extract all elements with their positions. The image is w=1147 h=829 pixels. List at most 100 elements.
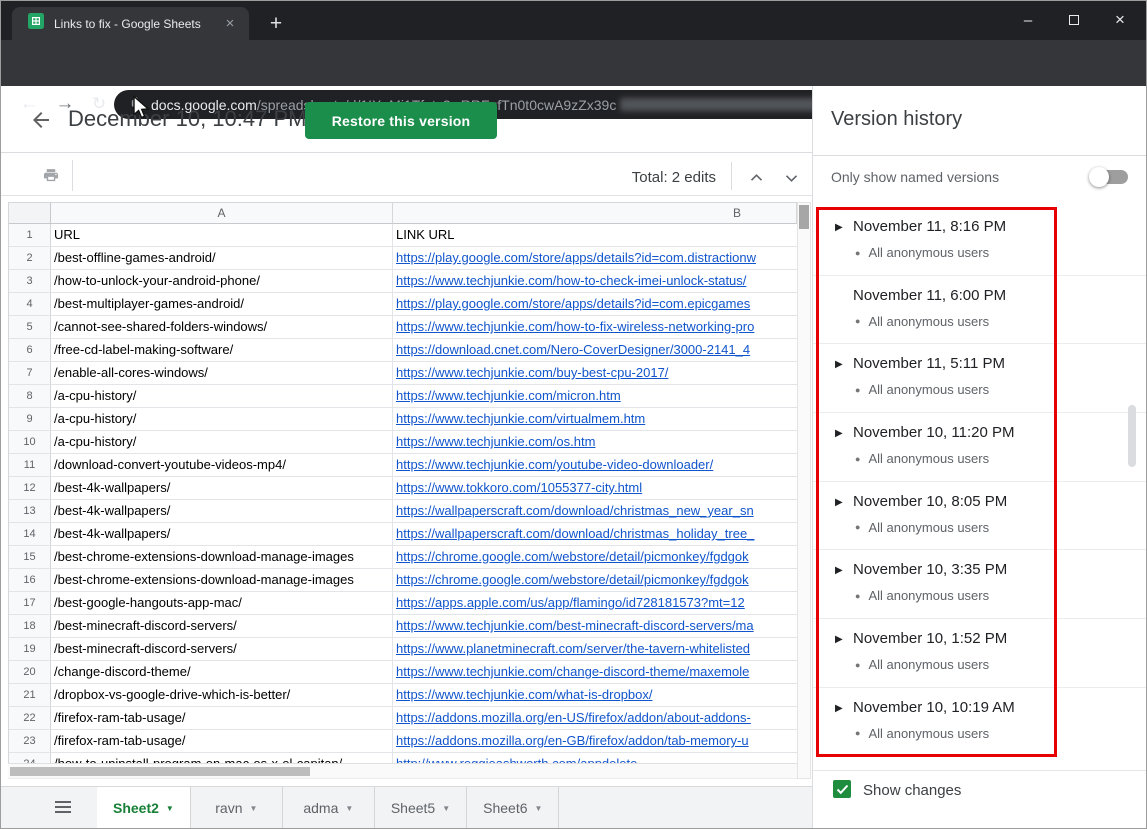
link-url-cell[interactable]: https://apps.apple.com/us/app/flamingo/i… [393,592,797,615]
url-cell[interactable]: /best-google-hangouts-app-mac/ [51,592,393,615]
row-number-cell[interactable]: 17 [9,592,51,615]
expand-arrow-icon[interactable]: ▶ [835,222,843,233]
row-number-cell[interactable]: 19 [9,638,51,661]
row-number-cell[interactable]: 21 [9,684,51,707]
link-url-cell[interactable]: https://www.techjunkie.com/what-is-dropb… [393,684,797,707]
link-url-cell[interactable]: https://play.google.com/store/apps/detai… [393,293,797,316]
sheet-tab[interactable]: adma ▼ [283,787,375,829]
row-number-cell[interactable]: 5 [9,316,51,339]
panel-scrollbar-thumb[interactable] [1128,405,1136,467]
url-cell[interactable]: /dropbox-vs-google-drive-which-is-better… [51,684,393,707]
link-url-cell[interactable]: https://addons.mozilla.org/en-GB/firefox… [393,730,797,753]
link-url-cell[interactable]: https://www.techjunkie.com/best-minecraf… [393,615,797,638]
url-cell[interactable]: /best-4k-wallpapers/ [51,500,393,523]
row-number-cell[interactable]: 16 [9,569,51,592]
horizontal-scrollbar-thumb[interactable] [10,767,310,776]
print-icon[interactable] [42,167,60,189]
row-number-cell[interactable]: 22 [9,707,51,730]
row-number-cell[interactable]: 13 [9,500,51,523]
sheet-vertical-scrollbar[interactable] [797,202,811,779]
url-cell[interactable]: /cannot-see-shared-folders-windows/ [51,316,393,339]
back-arrow-button[interactable] [26,105,56,135]
url-cell[interactable]: /best-offline-games-android/ [51,247,393,270]
expand-arrow-icon[interactable]: ▶ [835,428,843,439]
all-sheets-menu-icon[interactable] [55,799,81,819]
url-cell[interactable]: /best-minecraft-discord-servers/ [51,615,393,638]
expand-arrow-icon[interactable]: ▶ [835,703,843,714]
version-list-item[interactable]: ▶ November 10, 10:19 AM ●All anonymous u… [813,688,1147,757]
column-header-b[interactable]: B [393,203,797,224]
row-number-cell[interactable]: 12 [9,477,51,500]
link-url-cell[interactable]: https://www.techjunkie.com/how-to-fix-wi… [393,316,797,339]
version-list-item[interactable]: ▶ November 10, 8:05 PM ●All anonymous us… [813,482,1147,551]
link-url-cell[interactable]: https://www.techjunkie.com/micron.htm [393,385,797,408]
url-cell[interactable]: /best-chrome-extensions-download-manage-… [51,569,393,592]
show-changes-checkbox[interactable] [833,780,851,798]
version-list-item[interactable]: ▶ November 11, 5:11 PM ●All anonymous us… [813,344,1147,413]
url-cell[interactable]: /firefox-ram-tab-usage/ [51,730,393,753]
window-close-button[interactable]: × [1097,0,1143,40]
version-list-item[interactable]: ▶ November 10, 1:52 PM ●All anonymous us… [813,619,1147,688]
link-url-cell[interactable]: https://www.tokkoro.com/1055377-city.htm… [393,477,797,500]
row-number-cell[interactable]: 9 [9,408,51,431]
sheet-horizontal-scrollbar[interactable] [8,763,797,779]
window-minimize-button[interactable]: – [1005,0,1051,40]
row-number-cell[interactable]: 11 [9,454,51,477]
link-url-cell[interactable]: https://www.techjunkie.com/change-discor… [393,661,797,684]
next-edit-chevron-down-icon[interactable] [779,170,803,186]
url-cell[interactable]: /free-cd-label-making-software/ [51,339,393,362]
link-url-cell[interactable]: https://www.techjunkie.com/youtube-video… [393,454,797,477]
url-cell[interactable]: /how-to-unlock-your-android-phone/ [51,270,393,293]
url-cell[interactable]: /a-cpu-history/ [51,408,393,431]
row-number-cell[interactable]: 15 [9,546,51,569]
row-number-cell[interactable]: 3 [9,270,51,293]
new-tab-button[interactable]: + [262,10,290,38]
row-number-cell[interactable]: 14 [9,523,51,546]
link-url-cell[interactable]: https://wallpaperscraft.com/download/chr… [393,500,797,523]
select-all-corner-cell[interactable] [9,203,51,224]
row-number-cell[interactable]: 1 [9,224,51,247]
link-url-cell[interactable]: https://www.techjunkie.com/virtualmem.ht… [393,408,797,431]
row-number-cell[interactable]: 6 [9,339,51,362]
url-cell[interactable]: URL [51,224,393,247]
row-number-cell[interactable]: 2 [9,247,51,270]
column-header-a[interactable]: A [51,203,393,224]
url-cell[interactable]: /a-cpu-history/ [51,385,393,408]
expand-arrow-icon[interactable]: ▶ [835,565,843,576]
url-cell[interactable]: /enable-all-cores-windows/ [51,362,393,385]
url-cell[interactable]: /best-minecraft-discord-servers/ [51,638,393,661]
row-number-cell[interactable]: 4 [9,293,51,316]
sheet-tab[interactable]: Sheet2 ▼ [97,787,191,829]
link-url-cell[interactable]: https://www.techjunkie.com/buy-best-cpu-… [393,362,797,385]
browser-tab[interactable]: Links to fix - Google Sheets × [12,7,249,40]
window-maximize-button[interactable] [1051,0,1097,40]
link-url-cell[interactable]: https://chrome.google.com/webstore/detai… [393,569,797,592]
url-cell[interactable]: /change-discord-theme/ [51,661,393,684]
row-number-cell[interactable]: 23 [9,730,51,753]
row-number-cell[interactable]: 10 [9,431,51,454]
version-list-item[interactable]: ▶ November 11, 6:00 PM ●All anonymous us… [813,276,1147,345]
named-versions-toggle[interactable] [1092,170,1128,184]
version-list-item[interactable]: ▶ November 10, 3:35 PM ●All anonymous us… [813,550,1147,619]
link-url-cell[interactable]: https://play.google.com/store/apps/detai… [393,247,797,270]
expand-arrow-icon[interactable]: ▶ [835,497,843,508]
row-number-cell[interactable]: 8 [9,385,51,408]
row-number-cell[interactable]: 20 [9,661,51,684]
version-list-item[interactable]: ▶ November 11, 8:16 PM ●All anonymous us… [813,207,1147,276]
row-number-cell[interactable]: 7 [9,362,51,385]
url-cell[interactable]: /best-4k-wallpapers/ [51,477,393,500]
url-cell[interactable]: /best-4k-wallpapers/ [51,523,393,546]
url-cell[interactable]: /firefox-ram-tab-usage/ [51,707,393,730]
version-list-item[interactable]: ▶ November 10, 11:20 PM ●All anonymous u… [813,413,1147,482]
link-url-cell[interactable]: https://chrome.google.com/webstore/detai… [393,546,797,569]
link-url-cell[interactable]: https://www.planetminecraft.com/server/t… [393,638,797,661]
link-url-cell[interactable]: https://www.techjunkie.com/os.htm [393,431,797,454]
expand-arrow-icon[interactable]: ▶ [835,359,843,370]
sheet-tab[interactable]: Sheet5 ▼ [375,787,467,829]
link-url-cell[interactable]: https://www.techjunkie.com/how-to-check-… [393,270,797,293]
sheet-tab[interactable]: ravn ▼ [191,787,283,829]
url-cell[interactable]: /best-multiplayer-games-android/ [51,293,393,316]
previous-edit-chevron-up-icon[interactable] [744,170,768,186]
link-url-cell[interactable]: https://download.cnet.com/Nero-CoverDesi… [393,339,797,362]
sheet-tab[interactable]: Sheet6 ▼ [467,787,559,829]
